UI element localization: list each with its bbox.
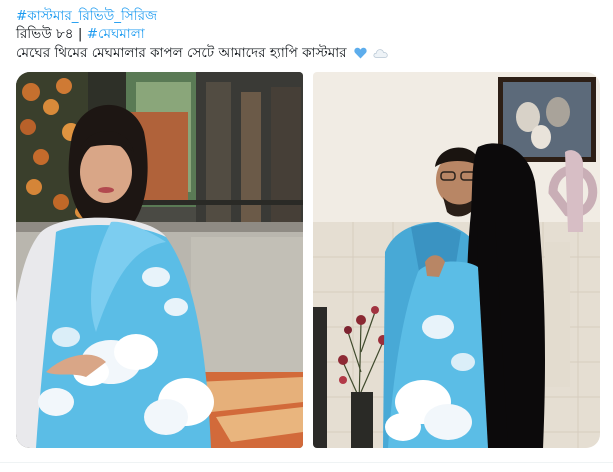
photo-woman-saree[interactable] — [16, 72, 303, 448]
caption-text: মেঘের থিমের মেঘমালার কাপল সেটে আমাদের হ্… — [16, 45, 347, 61]
bottom-divider — [0, 462, 613, 463]
woman-saree-image — [16, 72, 303, 448]
product-hashtag-link[interactable]: #মেঘমালা — [87, 26, 145, 42]
review-label: রিভিউ ৮৪ — [16, 26, 74, 42]
post-caption: মেঘের থিমের মেঘমালার কাপল সেটে আমাদের হ্… — [16, 43, 388, 63]
tweet-post: #কাস্টমার_রিভিউ_সিরিজ রিভিউ ৮৪ | #মেঘমাল… — [0, 0, 613, 472]
couple-image — [313, 72, 600, 448]
blue-heart-icon — [354, 45, 367, 59]
series-hashtag-link[interactable]: #কাস্টমার_রিভিউ_সিরিজ — [16, 8, 157, 24]
post-hashtag-line: #কাস্টমার_রিভিউ_সিরিজ — [16, 6, 157, 26]
photo-grid — [16, 72, 600, 448]
photo-couple[interactable] — [313, 72, 600, 448]
cloud-icon — [373, 44, 388, 58]
separator: | — [73, 26, 87, 42]
review-line: রিভিউ ৮৪ | #মেঘমালা — [16, 24, 145, 44]
